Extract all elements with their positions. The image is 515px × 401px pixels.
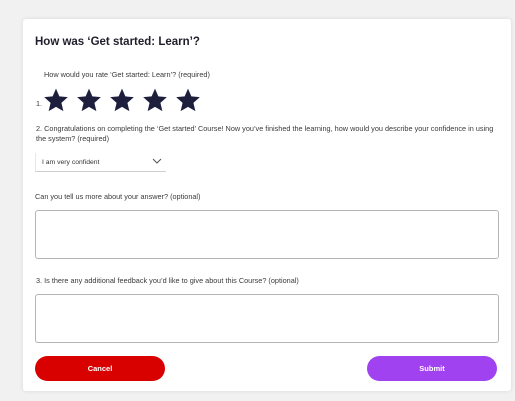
chevron-down-icon: [152, 157, 162, 165]
additional-feedback-label: 3. Is there any additional feedback you’…: [36, 276, 299, 285]
submit-button[interactable]: Submit: [367, 356, 497, 381]
answer-detail-label: Can you tell us more about your answer? …: [35, 192, 201, 201]
question-number: 1.: [36, 99, 43, 108]
star-icon[interactable]: [109, 87, 135, 113]
confidence-select[interactable]: I am very confident: [35, 153, 166, 172]
star-icon[interactable]: [43, 87, 69, 113]
rating-question-label: How would you rate ‘Get started: Learn’?…: [44, 70, 210, 79]
form-title: How was ‘Get started: Learn’?: [35, 36, 200, 48]
star-rating: 1.: [36, 83, 208, 113]
star-icon[interactable]: [142, 87, 168, 113]
confidence-question-label: 2. Congratulations on completing the ‘Ge…: [36, 124, 494, 143]
additional-feedback-textarea[interactable]: [35, 294, 499, 343]
answer-detail-textarea[interactable]: [35, 210, 499, 259]
star-icon[interactable]: [175, 87, 201, 113]
star-icon[interactable]: [76, 87, 102, 113]
cancel-button[interactable]: Cancel: [35, 356, 165, 381]
feedback-card: How was ‘Get started: Learn’? How would …: [23, 19, 511, 391]
confidence-select-value: I am very confident: [42, 159, 100, 166]
